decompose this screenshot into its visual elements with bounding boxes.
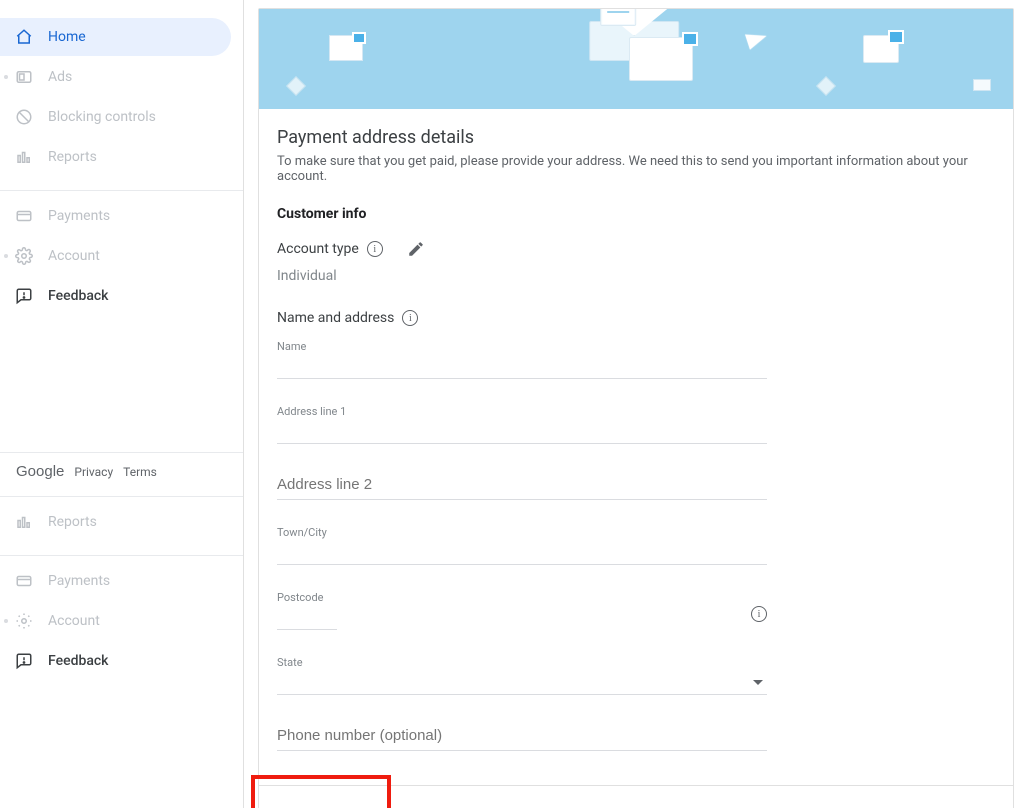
chevron-down-icon bbox=[753, 680, 763, 685]
payment-address-card: Payment address details To make sure tha… bbox=[258, 8, 1014, 808]
sidebar-item-label: Payments bbox=[48, 208, 110, 224]
info-icon[interactable]: i bbox=[367, 241, 383, 257]
sidebar-item-reports[interactable]: Reports bbox=[0, 138, 231, 176]
field-label: Town/City bbox=[277, 526, 327, 539]
address1-field: Address line 1 bbox=[277, 405, 767, 444]
privacy-link[interactable]: Privacy bbox=[74, 465, 113, 479]
sidebar-item-account[interactable]: Account bbox=[0, 602, 231, 640]
sidebar-item-label: Payments bbox=[48, 573, 110, 589]
sidebar-item-label: Home bbox=[48, 29, 86, 45]
postcode-field: Postcode i bbox=[277, 591, 767, 630]
sidebar-footer: Google Privacy Terms bbox=[0, 452, 243, 490]
name-address-label: Name and address bbox=[277, 310, 394, 326]
state-select[interactable] bbox=[277, 656, 767, 695]
sidebar-item-feedback[interactable]: Feedback bbox=[0, 642, 231, 680]
info-icon[interactable]: i bbox=[751, 606, 767, 623]
phone-field bbox=[277, 721, 767, 751]
state-field: State bbox=[277, 656, 767, 695]
feedback-icon bbox=[14, 651, 34, 671]
sidebar-item-payments[interactable]: Payments bbox=[0, 197, 231, 235]
sidebar-item-label: Feedback bbox=[48, 653, 108, 669]
customer-info-heading: Customer info bbox=[277, 206, 995, 222]
sidebar-item-home[interactable]: Home bbox=[0, 18, 231, 56]
page-title: Payment address details bbox=[277, 127, 995, 148]
home-icon bbox=[14, 27, 34, 47]
banner-illustration bbox=[259, 9, 1013, 109]
main-content: Payment address details To make sure tha… bbox=[244, 0, 1024, 808]
sidebar-item-label: Account bbox=[48, 613, 100, 629]
sidebar-item-payments[interactable]: Payments bbox=[0, 562, 231, 600]
submit-button[interactable]: SUBMIT bbox=[277, 802, 334, 808]
account-type-value: Individual bbox=[277, 268, 995, 284]
info-icon[interactable]: i bbox=[402, 310, 418, 326]
sidebar-item-reports[interactable]: Reports bbox=[0, 503, 231, 541]
nav-group-secondary: Payments Account Feedback bbox=[0, 197, 243, 323]
name-field: Name bbox=[277, 340, 767, 379]
nav-group-primary: Home Ads Blocking controls Reports bbox=[0, 18, 243, 184]
feedback-icon bbox=[14, 286, 34, 306]
sidebar-item-label: Ads bbox=[48, 69, 72, 85]
payments-icon bbox=[14, 206, 34, 226]
bar-chart-icon bbox=[14, 147, 34, 167]
address1-input[interactable] bbox=[277, 405, 767, 444]
account-type-label: Account type bbox=[277, 241, 359, 257]
town-field: Town/City bbox=[277, 526, 767, 565]
sidebar-item-label: Account bbox=[48, 248, 100, 264]
sidebar-item-label: Reports bbox=[48, 514, 97, 530]
name-input[interactable] bbox=[277, 340, 767, 379]
sidebar: Home Ads Blocking controls Reports bbox=[0, 0, 244, 808]
block-icon bbox=[14, 107, 34, 127]
payments-icon bbox=[14, 571, 34, 591]
ads-icon bbox=[14, 67, 34, 87]
field-label: State bbox=[277, 656, 303, 669]
sidebar-item-ads[interactable]: Ads bbox=[0, 58, 231, 96]
sidebar-item-label: Blocking controls bbox=[48, 109, 156, 125]
edit-icon[interactable] bbox=[407, 240, 425, 258]
town-input[interactable] bbox=[277, 526, 767, 565]
terms-link[interactable]: Terms bbox=[123, 465, 157, 479]
sidebar-item-label: Feedback bbox=[48, 288, 108, 304]
sidebar-item-label: Reports bbox=[48, 149, 97, 165]
sidebar-item-blocking-controls[interactable]: Blocking controls bbox=[0, 98, 231, 136]
field-label: Postcode bbox=[277, 591, 324, 604]
nav-group-extra: Reports bbox=[0, 503, 243, 549]
gear-icon bbox=[14, 611, 34, 631]
address2-input[interactable] bbox=[277, 470, 767, 500]
sidebar-item-feedback[interactable]: Feedback bbox=[0, 277, 231, 315]
page-description: To make sure that you get paid, please p… bbox=[277, 154, 995, 184]
google-logo: Google bbox=[16, 463, 64, 480]
address2-field bbox=[277, 470, 767, 500]
bar-chart-icon bbox=[14, 512, 34, 532]
field-label: Address line 1 bbox=[277, 405, 346, 418]
nav-group-extra-2: Payments Account Feedback bbox=[0, 562, 243, 688]
address-form: Name Address line 1 Town/City bbox=[277, 340, 767, 751]
gear-icon bbox=[14, 246, 34, 266]
field-label: Name bbox=[277, 340, 306, 353]
sidebar-item-account[interactable]: Account bbox=[0, 237, 231, 275]
phone-input[interactable] bbox=[277, 721, 767, 751]
